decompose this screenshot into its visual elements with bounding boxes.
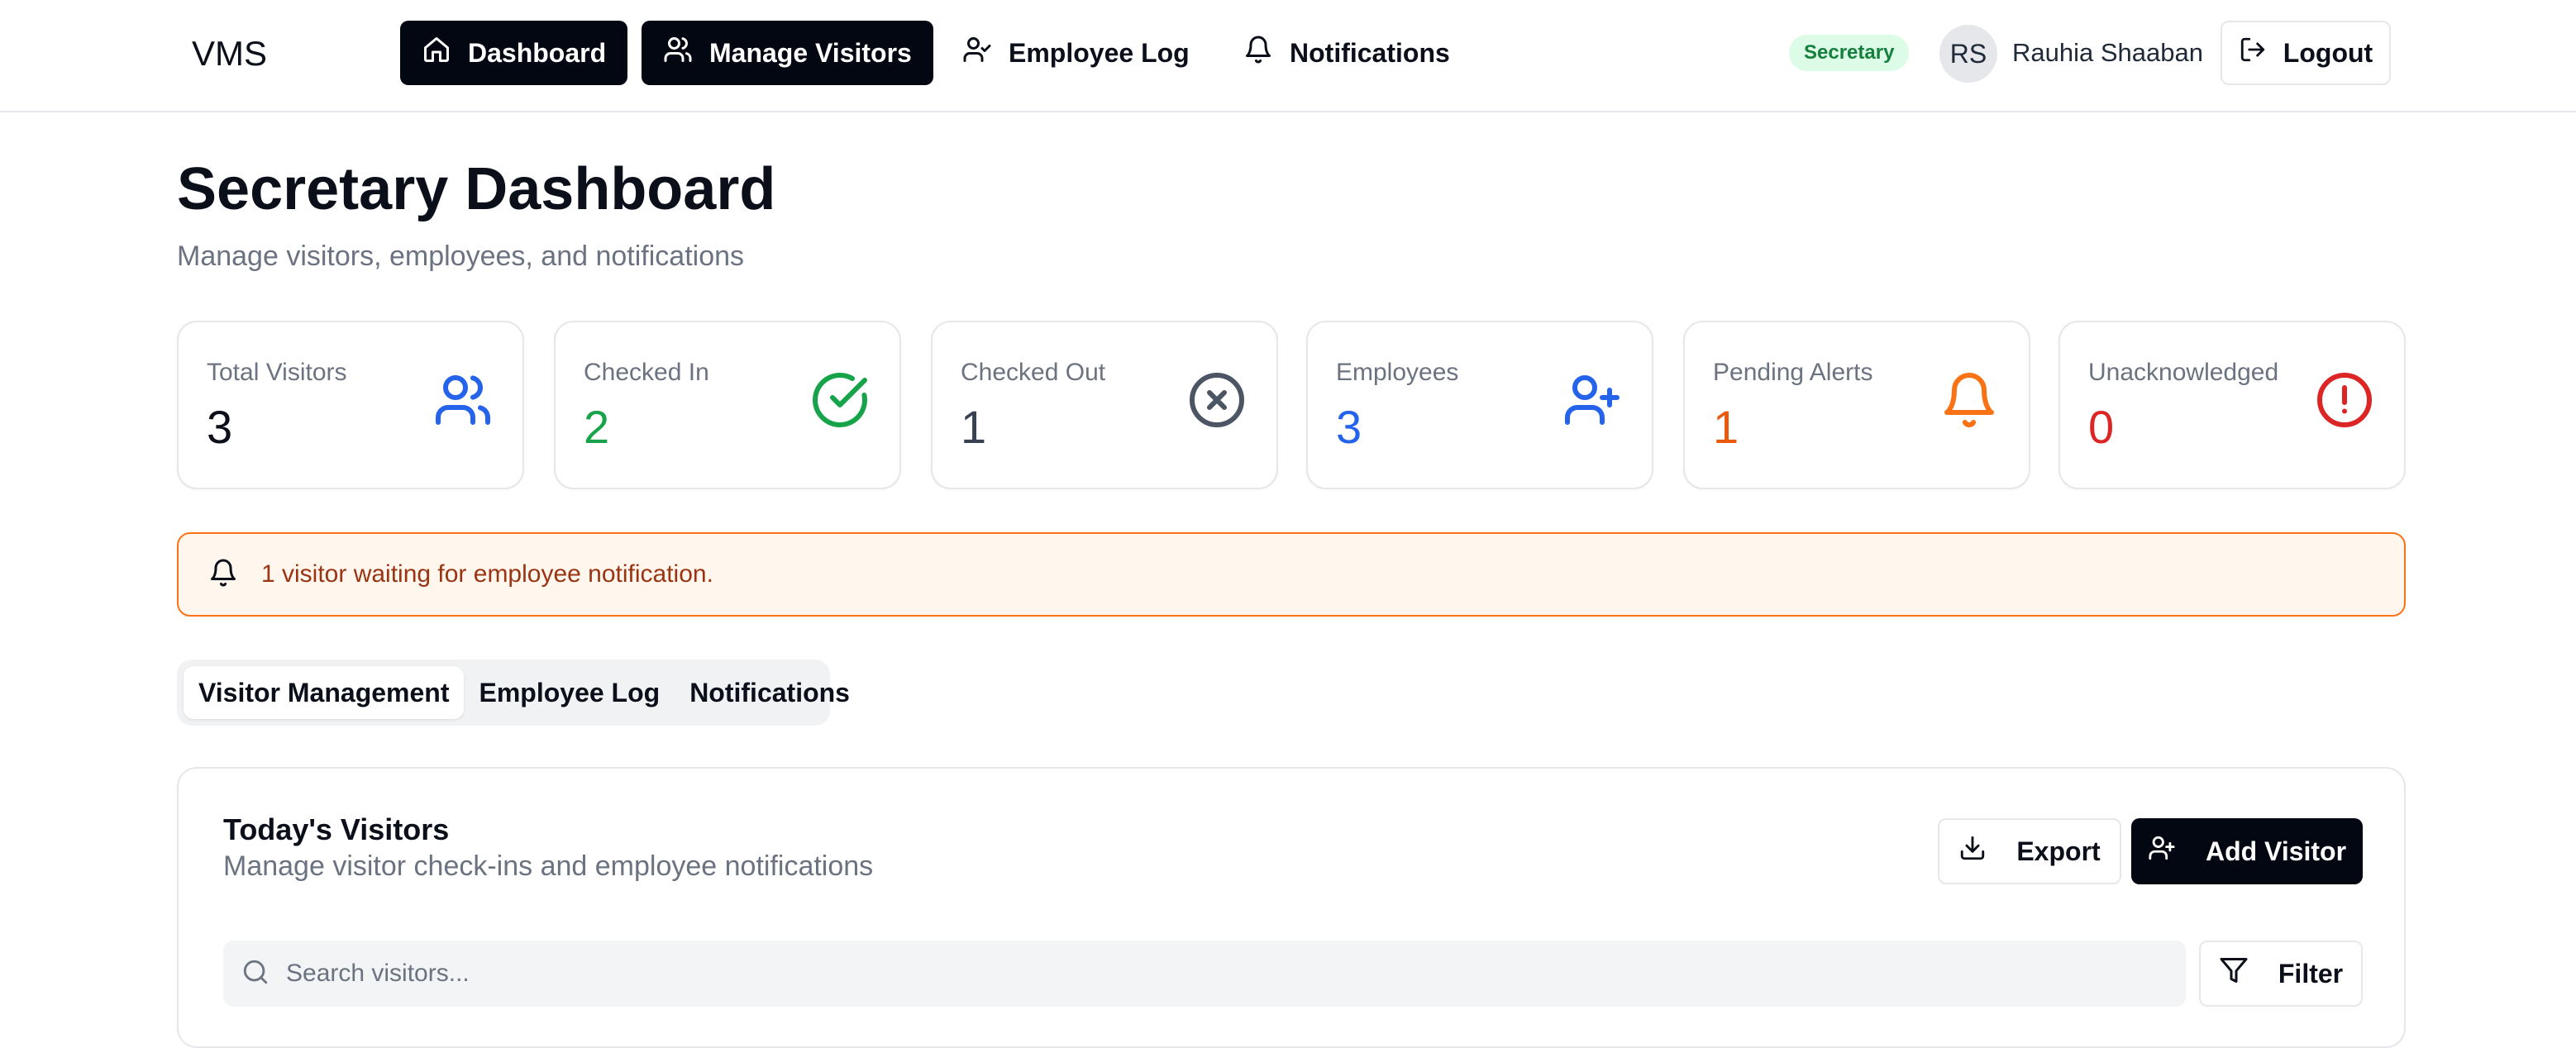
stat-label: Unacknowledged [2088,359,2279,386]
filter-icon [2219,955,2249,992]
panel-subtitle: Manage visitor check-ins and employee no… [223,850,874,882]
stat-label: Employees [1336,359,1459,386]
bell-icon [1243,35,1273,71]
nav-employee-log-label: Employee Log [1009,37,1190,68]
alert-circle-icon [2315,370,2374,430]
user-check-icon [962,35,992,71]
pending-notification-alert: 1 visitor waiting for employee notificat… [177,532,2406,617]
nav-manage-visitors-label: Manage Visitors [709,37,912,68]
panel-title: Today's Visitors [223,812,450,846]
tab-notifications[interactable]: Notifications [675,666,865,719]
export-label: Export [2016,836,2101,866]
stat-card-total-visitors: Total Visitors 3 [177,321,524,489]
stat-label: Pending Alerts [1713,359,1873,386]
add-visitor-label: Add Visitor [2205,836,2347,866]
alert-text: 1 visitor waiting for employee notificat… [261,560,713,588]
nav-dashboard-button[interactable]: Dashboard [400,21,628,85]
page-title: Secretary Dashboard [177,156,776,222]
stat-value: 2 [584,401,610,453]
add-visitor-button[interactable]: Add Visitor [2131,818,2363,884]
users-icon [663,35,693,71]
stat-label: Checked Out [961,359,1106,386]
nav-employee-log-button[interactable]: Employee Log [941,21,1211,85]
user-plus-icon [1562,370,1622,430]
dashboard-tabs: Visitor Management Employee Log Notifica… [177,660,850,726]
stat-value: 1 [961,401,987,453]
logout-icon [2239,36,2267,70]
stat-label: Total Visitors [207,359,347,386]
stat-card-employees: Employees 3 [1306,321,1653,489]
bell-icon [208,558,238,592]
role-badge: Secretary [1789,35,1910,71]
stat-card-checked-in: Checked In 2 [554,321,901,489]
top-navigation-bar: VMS Dashboard Manage Visitors Employee L… [0,0,2576,112]
stat-value: 1 [1713,401,1739,453]
filter-button[interactable]: Filter [2199,941,2363,1007]
avatar[interactable]: RS [1939,25,1997,83]
nav-dashboard-label: Dashboard [468,37,607,68]
tab-visitor-management[interactable]: Visitor Management [184,666,465,719]
home-icon [422,35,451,71]
app-brand[interactable]: VMS [192,33,267,74]
search-box[interactable] [223,941,2186,1007]
users-icon [433,370,493,430]
nav-notifications-label: Notifications [1290,37,1450,68]
nav-manage-visitors-button[interactable]: Manage Visitors [642,21,933,85]
x-circle-icon [1187,370,1247,430]
filter-label: Filter [2278,958,2344,988]
stat-label: Checked In [584,359,709,386]
stat-card-checked-out: Checked Out 1 [931,321,1278,489]
export-button[interactable]: Export [1938,818,2121,884]
user-plus-icon [2148,834,2176,869]
download-icon [1958,834,1987,869]
search-visitors-input[interactable] [286,960,2105,988]
nav-notifications-button[interactable]: Notifications [1222,21,1472,85]
stat-card-pending-alerts: Pending Alerts 1 [1683,321,2030,489]
user-name: Rauhia Shaaban [2012,38,2203,67]
stat-value: 0 [2088,401,2115,453]
logout-button[interactable]: Logout [2221,21,2391,85]
tab-employee-log[interactable]: Employee Log [464,666,675,719]
logout-label: Logout [2283,37,2373,68]
stat-value: 3 [1336,401,1362,453]
stat-card-unacknowledged: Unacknowledged 0 [2058,321,2406,489]
stat-value: 3 [207,401,233,453]
check-circle-icon [810,370,870,430]
search-icon [241,958,270,990]
page-subtitle: Manage visitors, employees, and notifica… [177,241,745,272]
todays-visitors-panel: Today's Visitors Manage visitor check-in… [177,767,2406,1048]
bell-icon [1939,370,1999,430]
